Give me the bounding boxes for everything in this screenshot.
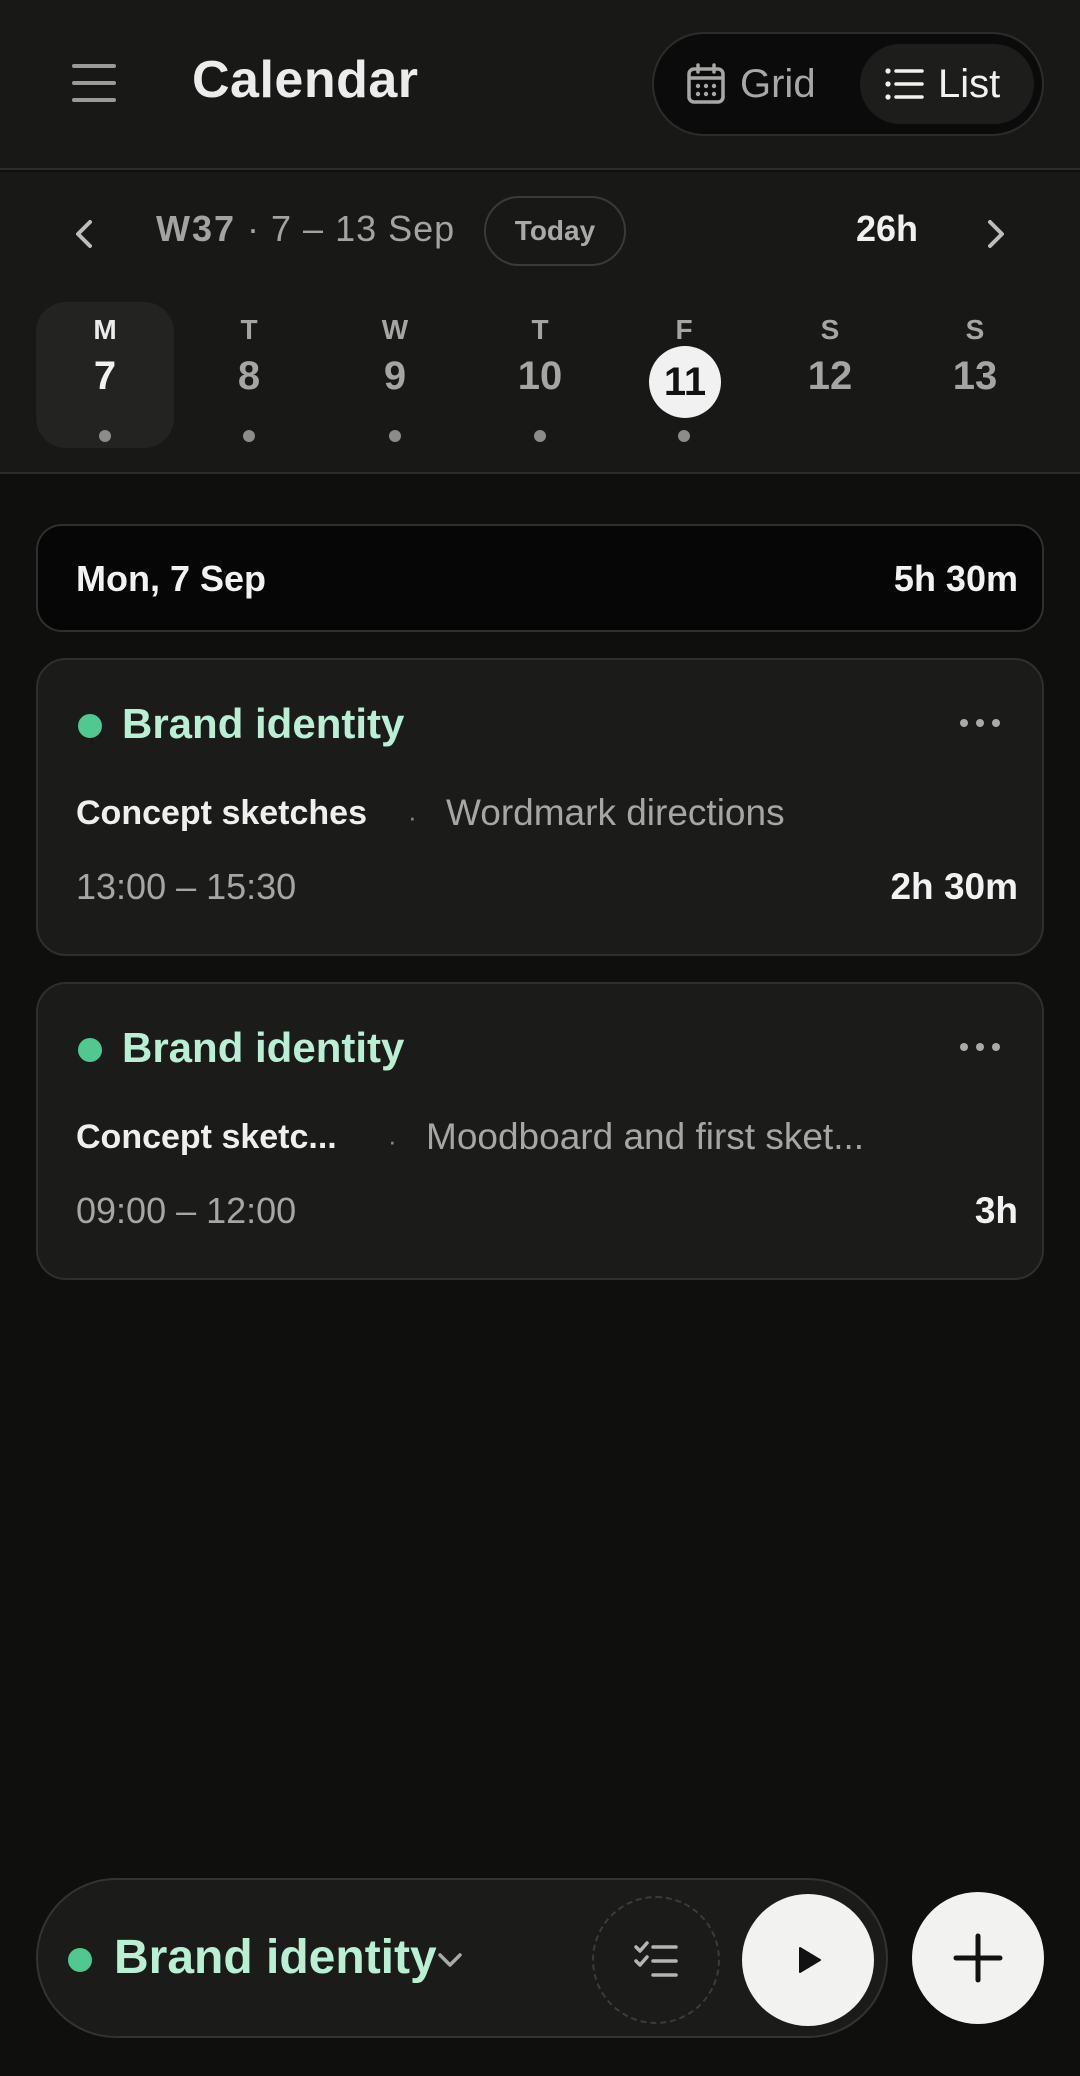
grid-view-button[interactable]: Grid xyxy=(666,44,846,124)
entry-task: Concept sketches xyxy=(76,794,367,832)
entry-duration: 2h 30m xyxy=(890,866,1018,907)
time-entry-card[interactable]: Brand identity Concept sketc... · Moodbo… xyxy=(36,982,1044,1280)
calendar-screen: Calendar Grid List W37 · 7 – 13 Sep Toda… xyxy=(0,0,1080,2076)
project-color-dot xyxy=(78,714,102,738)
day-letter: T xyxy=(531,314,549,345)
timer-project-selector[interactable]: Brand identity xyxy=(114,1930,437,1985)
project-color-dot xyxy=(68,1948,92,1972)
more-horizontal-icon[interactable] xyxy=(956,710,1004,736)
task-picker-button[interactable] xyxy=(592,1896,720,2024)
day-number: 12 xyxy=(807,354,853,398)
day-letter: W xyxy=(381,314,409,345)
entry-separator: · xyxy=(408,802,417,832)
time-entry-card[interactable]: Brand identity Concept sketches · Wordma… xyxy=(36,658,1044,956)
week-navigator: W37 · 7 – 13 Sep Today 26h M 7 T 8 W 9 T… xyxy=(0,172,1080,474)
day-letter: M xyxy=(93,314,117,345)
view-toggle: Grid List xyxy=(652,32,1044,136)
entry-separator: · xyxy=(388,1126,397,1156)
week-dates: · 7 – 13 Sep xyxy=(247,208,456,249)
day-sunday[interactable]: S 13 xyxy=(906,302,1044,448)
page-title: Calendar xyxy=(192,51,419,109)
today-button[interactable]: Today xyxy=(484,196,626,266)
day-number-today: 11 xyxy=(649,346,721,418)
entry-description: Wordmark directions xyxy=(446,792,785,833)
entry-time-range: 09:00 – 12:00 xyxy=(76,1190,297,1231)
grid-view-label: Grid xyxy=(740,61,816,106)
more-horizontal-icon[interactable] xyxy=(956,1034,1004,1060)
list-icon xyxy=(885,68,924,100)
start-timer-button[interactable] xyxy=(742,1894,874,2026)
app-header: Calendar Grid List xyxy=(0,0,1080,170)
day-tuesday[interactable]: T 8 xyxy=(180,302,318,448)
entry-project: Brand identity xyxy=(122,1024,405,1071)
day-number: 9 xyxy=(383,354,407,398)
chevron-right-icon[interactable] xyxy=(972,210,1020,258)
week-total-hours: 26h xyxy=(856,208,919,249)
chevron-left-icon[interactable] xyxy=(60,210,108,258)
day-thursday[interactable]: T 10 xyxy=(471,302,609,448)
day-number: 13 xyxy=(952,354,998,398)
plus-icon xyxy=(953,1933,1003,1983)
timer-bar: Brand identity xyxy=(36,1878,888,2038)
hamburger-menu-icon[interactable] xyxy=(70,62,118,104)
activity-dot xyxy=(534,430,546,442)
week-number: W37 xyxy=(156,208,237,249)
entry-time-range: 13:00 – 15:30 xyxy=(76,866,297,907)
day-total: 5h 30m xyxy=(893,558,1018,599)
project-color-dot xyxy=(78,1038,102,1062)
activity-dot xyxy=(678,430,690,442)
day-number: 10 xyxy=(517,354,563,398)
entry-project: Brand identity xyxy=(122,700,405,747)
day-saturday[interactable]: S 12 xyxy=(761,302,899,448)
day-letter: S xyxy=(965,314,985,345)
list-view-button[interactable]: List xyxy=(860,44,1034,124)
day-wednesday[interactable]: W 9 xyxy=(326,302,464,448)
day-summary-header: Mon, 7 Sep 5h 30m xyxy=(36,524,1044,632)
day-number: 8 xyxy=(237,354,261,398)
activity-dot xyxy=(99,430,111,442)
chevron-down-icon[interactable] xyxy=(430,1940,470,1980)
entry-task: Concept sketc... xyxy=(76,1118,337,1156)
day-letter: S xyxy=(820,314,840,345)
day-friday[interactable]: F 11 xyxy=(615,302,753,448)
list-view-label: List xyxy=(938,61,1001,106)
checklist-icon xyxy=(634,1941,678,1977)
calendar-icon xyxy=(687,63,725,104)
week-range: W37 · 7 – 13 Sep xyxy=(156,208,455,250)
add-entry-button[interactable] xyxy=(912,1892,1044,2024)
entry-description: Moodboard and first sket... xyxy=(426,1116,865,1157)
day-letter: F xyxy=(675,314,693,345)
play-icon xyxy=(799,1947,821,1973)
day-monday[interactable]: M 7 xyxy=(36,302,174,448)
activity-dot xyxy=(389,430,401,442)
day-title: Mon, 7 Sep xyxy=(76,558,267,599)
activity-dot xyxy=(243,430,255,442)
day-letter: T xyxy=(240,314,258,345)
entry-duration: 3h xyxy=(974,1190,1018,1231)
day-number: 7 xyxy=(93,354,117,398)
